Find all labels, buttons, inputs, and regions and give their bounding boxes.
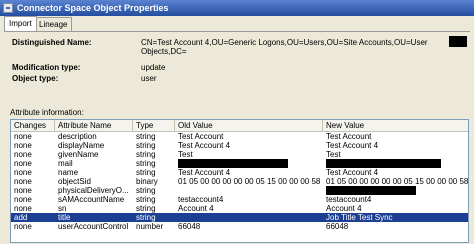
column-header-attribute-name[interactable]: Attribute Name: [55, 120, 133, 131]
column-header-changes[interactable]: Changes: [11, 120, 55, 131]
table-row[interactable]: none mail string: [11, 159, 468, 168]
table-row[interactable]: none sn string Account 4 Account 4: [11, 204, 468, 213]
redaction-block: [326, 159, 441, 168]
cell-type: string: [136, 150, 156, 159]
cell-attribute-name: objectSid: [58, 177, 91, 186]
cell-old-value: Account 4: [178, 204, 214, 213]
cell-type: string: [136, 195, 156, 204]
table-header: Changes Attribute Name Type Old Value Ne…: [11, 120, 468, 132]
cell-attribute-name: description: [58, 132, 97, 141]
cell-type: string: [136, 132, 156, 141]
table-row[interactable]: none physicalDeliveryO... string: [11, 186, 468, 195]
modification-type-value: update: [141, 63, 166, 72]
cell-new-value: Test Account: [326, 132, 372, 141]
tab-import[interactable]: Import: [4, 16, 37, 31]
cell-attribute-name: userAccountControl: [58, 222, 129, 231]
cell-attribute-name: mail: [58, 159, 73, 168]
cell-type: number: [136, 222, 164, 231]
cell-attribute-name: physicalDeliveryO...: [58, 186, 129, 195]
modification-type-label: Modification type:: [12, 63, 81, 72]
table-row[interactable]: none sAMAccountName string testaccount4 …: [11, 195, 468, 204]
cell-changes: none: [14, 186, 32, 195]
cell-type: string: [136, 159, 156, 168]
cell-old-value: Test Account 4: [178, 141, 231, 150]
table-row-selected[interactable]: add title string Job Title Test Sync: [11, 213, 468, 222]
attribute-table[interactable]: Changes Attribute Name Type Old Value Ne…: [10, 119, 469, 243]
dn-value: CN=Test Account 4,OU=Generic Logons,OU=U…: [141, 38, 428, 56]
dn-label: Distinguished Name:: [12, 38, 92, 47]
cell-old-value: Test: [178, 150, 193, 159]
cell-old-value: Test Account: [178, 132, 224, 141]
cell-type: string: [136, 186, 156, 195]
cell-old-value: [175, 186, 323, 195]
cell-changes: none: [14, 222, 32, 231]
redaction-block: [178, 159, 288, 168]
table-row[interactable]: none displayName string Test Account 4 T…: [11, 141, 468, 150]
cell-old-value: Test Account 4: [178, 168, 231, 177]
table-row[interactable]: none description string Test Account Tes…: [11, 132, 468, 141]
cell-old-value: testaccount4: [178, 195, 224, 204]
cell-attribute-name: sAMAccountName: [58, 195, 125, 204]
title-bar[interactable]: Connector Space Object Properties: [0, 0, 474, 16]
cell-attribute-name: title: [58, 213, 71, 222]
window-title: Connector Space Object Properties: [17, 3, 169, 13]
cell-changes: none: [14, 177, 32, 186]
column-header-old-value[interactable]: Old Value: [175, 120, 323, 131]
cell-changes: none: [14, 204, 32, 213]
cell-type: string: [136, 204, 156, 213]
cell-new-value: Account 4: [326, 204, 362, 213]
table-row[interactable]: none userAccountControl number 66048 660…: [11, 222, 468, 231]
cell-changes: add: [14, 213, 28, 222]
tab-lineage[interactable]: Lineage: [34, 17, 73, 31]
cell-old-value: [175, 159, 323, 168]
table-row[interactable]: none givenName string Test Test: [11, 150, 468, 159]
table-row[interactable]: none objectSid binary 01 05 00 00 00 00 …: [11, 177, 468, 186]
cell-new-value: testaccount4: [326, 195, 372, 204]
cell-type: string: [136, 141, 156, 150]
cell-new-value: Test Account 4: [326, 141, 379, 150]
cell-changes: none: [14, 132, 32, 141]
cell-changes: none: [14, 195, 32, 204]
cell-changes: none: [14, 141, 32, 150]
cell-new-value: Test: [326, 150, 341, 159]
cell-changes: none: [14, 150, 32, 159]
cell-new-value: Test Account 4: [326, 168, 379, 177]
column-header-type[interactable]: Type: [133, 120, 175, 131]
cell-new-value: Job Title Test Sync: [326, 213, 393, 222]
window-icon: [3, 3, 13, 13]
cell-type: string: [136, 168, 156, 177]
table-row[interactable]: none name string Test Account 4 Test Acc…: [11, 168, 468, 177]
cell-old-value: 01 05 00 00 00 00 00 05 15 00 00 00 58 2…: [178, 177, 323, 186]
column-header-new-value[interactable]: New Value: [323, 120, 468, 131]
cell-old-value: 66048: [178, 222, 201, 231]
attribute-information-label: Attribute information:: [10, 108, 84, 117]
cell-new-value: 66048: [326, 222, 349, 231]
cell-new-value: 01 05 00 00 00 00 00 05 15 00 00 00 58 2…: [326, 177, 469, 186]
cell-attribute-name: sn: [58, 204, 67, 213]
cell-new-value: [323, 186, 468, 195]
cell-attribute-name: givenName: [58, 150, 99, 159]
cell-attribute-name: name: [58, 168, 79, 177]
cell-old-value: [175, 213, 323, 222]
object-type-label: Object type:: [12, 74, 59, 83]
cell-changes: none: [14, 159, 32, 168]
redaction-block: [449, 36, 467, 47]
redaction-block: [326, 186, 416, 195]
object-type-value: user: [141, 74, 157, 83]
cell-type: string: [136, 213, 156, 222]
cell-changes: none: [14, 168, 32, 177]
cell-new-value: [323, 159, 468, 168]
cell-type: binary: [136, 177, 158, 186]
cell-attribute-name: displayName: [58, 141, 105, 150]
dialog-window: Connector Space Object Properties Import…: [0, 0, 474, 243]
